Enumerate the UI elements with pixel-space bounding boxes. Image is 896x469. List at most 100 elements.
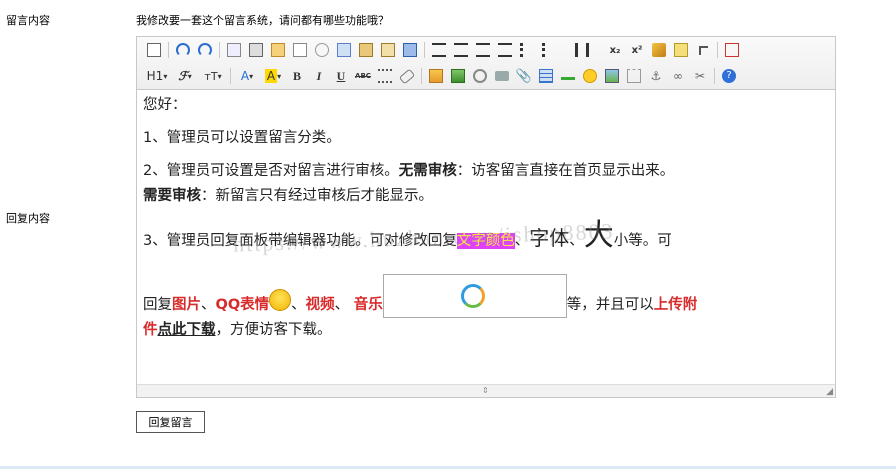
copy-icon (337, 43, 351, 57)
source-icon (147, 43, 161, 57)
undo-button[interactable] (172, 39, 194, 61)
text: 、 (514, 233, 530, 249)
print-button[interactable] (245, 39, 267, 61)
media-button[interactable] (491, 65, 513, 87)
unordered-list-button[interactable] (538, 39, 560, 61)
separator (717, 42, 718, 58)
copy-button[interactable] (333, 39, 355, 61)
flash-button[interactable] (469, 65, 491, 87)
image-button[interactable] (425, 65, 447, 87)
line-height-button[interactable] (374, 65, 396, 87)
paperclip-icon: 📎 (515, 68, 533, 84)
underline-label: U (336, 68, 346, 83)
preview-button[interactable] (223, 39, 245, 61)
corner-resize-icon[interactable]: ◢ (826, 387, 833, 397)
multi-image-button[interactable] (447, 65, 469, 87)
paste-button[interactable] (355, 39, 377, 61)
heading-label: H1 (146, 69, 164, 83)
select-all-icon (698, 45, 708, 55)
link-button[interactable]: ∞ (667, 65, 689, 87)
multi-image-icon (451, 69, 465, 83)
paste-text-button[interactable] (377, 39, 399, 61)
media-icon (495, 71, 509, 81)
red-text: 音乐 (353, 297, 383, 313)
anchor-icon: ⚓ (650, 69, 662, 83)
font-family-button[interactable]: ℱ ▾ (171, 65, 199, 87)
outdent-icon (586, 43, 600, 57)
toolbar-row-1: x₂ x² (137, 37, 835, 63)
flash-icon (473, 69, 487, 83)
editor-resize-bar[interactable]: ⇕ ◢ (137, 384, 835, 397)
map-button[interactable] (601, 65, 623, 87)
spellcheck-button[interactable] (670, 39, 692, 61)
outdent-button[interactable] (582, 39, 604, 61)
play-icon[interactable] (460, 284, 485, 308)
align-right-button[interactable] (472, 39, 494, 61)
greeting: 您好： (143, 97, 187, 113)
paste-text-icon (381, 43, 395, 57)
font-color-label: A (240, 69, 250, 83)
underline-button[interactable]: U (330, 65, 352, 87)
text: 2、管理员可设置是否对留言进行审核。 (143, 163, 399, 179)
bold-label: B (292, 68, 301, 83)
chevron-down-icon: ▾ (163, 71, 168, 81)
heading-button[interactable]: H1 ▾ (143, 65, 171, 87)
italic-button[interactable]: I (308, 65, 330, 87)
horizontal-rule-button[interactable] (557, 65, 579, 87)
text: 等，并且可以 (566, 297, 654, 313)
background-color-button[interactable]: A ▾ (260, 65, 286, 87)
eraser-button[interactable] (396, 65, 418, 87)
font-size-button[interactable]: тT ▾ (199, 65, 227, 87)
clear-format-button[interactable] (648, 39, 670, 61)
text: 3、管理员回复面板带编辑器功能。可对修改回复 (143, 233, 457, 249)
emoticon-button[interactable] (579, 65, 601, 87)
page-break-button[interactable] (623, 65, 645, 87)
reply-submit-button[interactable]: 回复留言 (136, 411, 205, 433)
separator (168, 42, 169, 58)
unlink-button[interactable]: ✂ (689, 65, 711, 87)
media-player[interactable] (382, 274, 567, 318)
toolbar-row-2: H1▾ ℱ▾ тT▾ A▾ A▾ B I U ABC 📎 ⚓ ∞ ✂ (137, 63, 835, 89)
superscript-button[interactable]: x² (626, 39, 648, 61)
font-family-label: ℱ (178, 68, 188, 83)
align-left-button[interactable] (428, 39, 450, 61)
text: 、 (291, 297, 306, 313)
fullscreen-icon (725, 43, 739, 57)
template-button[interactable] (267, 39, 289, 61)
resize-handle-icon[interactable]: ⇕ (482, 386, 489, 395)
bold-button[interactable]: B (286, 65, 308, 87)
horizontal-rule-icon (561, 72, 575, 80)
source-button[interactable] (143, 39, 165, 61)
line-height-icon (378, 69, 392, 83)
reply-editor[interactable]: x₂ x² H1 ▾ ℱ ▾ тT ▾ A ▾ A ▾ B I U ABC 📎 ⚓ (136, 36, 836, 398)
anchor-button[interactable]: ⚓ (645, 65, 667, 87)
table-button[interactable] (535, 65, 557, 87)
text: 、 (201, 297, 216, 313)
subscript-button[interactable]: x₂ (604, 39, 626, 61)
editor-content[interactable]: 您好： 1、管理员可以设置留言分类。 2、管理员可设置是否对留言进行审核。无需审… (143, 93, 829, 351)
font-color-button[interactable]: A ▾ (234, 65, 260, 87)
text: ：新留言只有经过审核后才能显示。 (201, 188, 433, 204)
editor-toolbar: x₂ x² H1 ▾ ℱ ▾ тT ▾ A ▾ A ▾ B I U ABC 📎 ⚓ (137, 37, 835, 90)
align-center-button[interactable] (450, 39, 472, 61)
strikethrough-button[interactable]: ABC (352, 65, 374, 87)
ordered-list-button[interactable] (516, 39, 538, 61)
indent-button[interactable] (560, 39, 582, 61)
justify-button[interactable] (494, 39, 516, 61)
separator (424, 42, 425, 58)
align-right-icon (476, 43, 490, 57)
strikethrough-label: ABC (355, 72, 371, 80)
fullscreen-button[interactable] (721, 39, 743, 61)
text: 、 (569, 233, 584, 249)
code-button[interactable] (289, 39, 311, 61)
download-link[interactable]: 点此下载 (158, 322, 216, 338)
help-button[interactable]: ? (718, 65, 740, 87)
attachment-button[interactable]: 📎 (513, 65, 535, 87)
bold-text: 需要审核 (143, 188, 201, 204)
cut-button[interactable] (311, 39, 333, 61)
unordered-list-icon (542, 43, 556, 57)
paste-word-button[interactable] (399, 39, 421, 61)
redo-button[interactable] (194, 39, 216, 61)
select-all-button[interactable] (692, 39, 714, 61)
help-icon: ? (722, 69, 736, 83)
